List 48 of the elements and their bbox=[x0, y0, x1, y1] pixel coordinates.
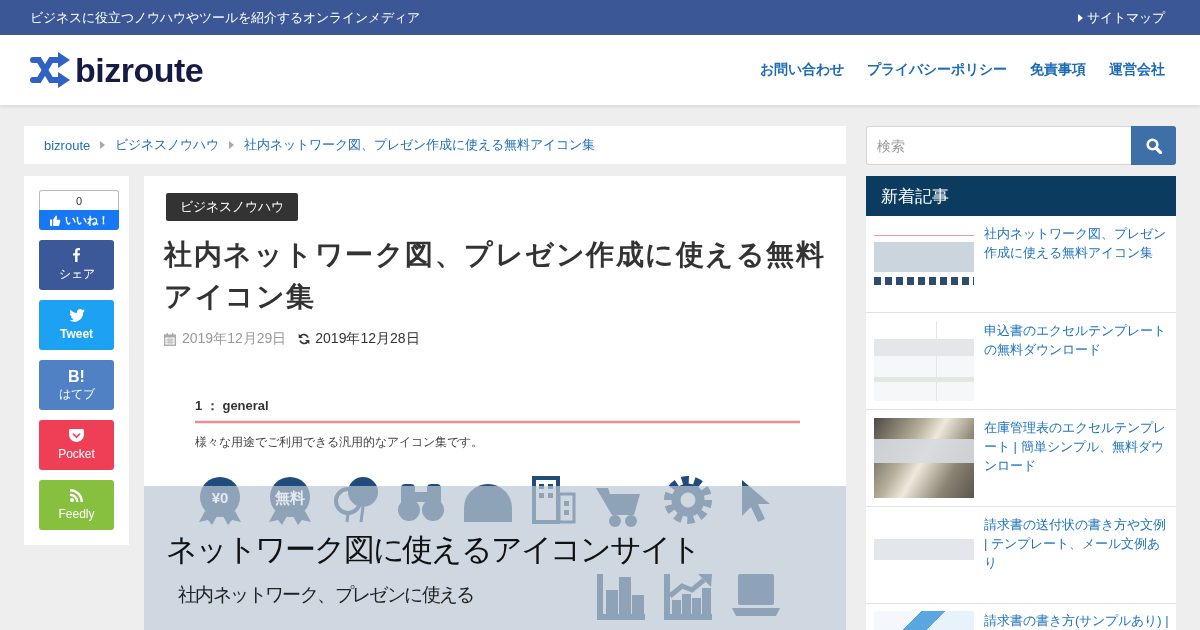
share-button[interactable]: Tweet bbox=[39, 300, 114, 350]
article-title: 社内ネットワーク図、プレゼン作成に使える無料アイコン集 bbox=[164, 238, 826, 314]
thumbnail-image[interactable] bbox=[874, 321, 974, 401]
medal-text: 無料 bbox=[275, 489, 305, 506]
crossing-arrows-icon bbox=[30, 52, 70, 88]
updated-date: 2019年12月28日 bbox=[315, 330, 420, 348]
medal-text: ¥0 bbox=[211, 489, 229, 506]
widget-heading: 新着記事 bbox=[866, 176, 1176, 216]
nav-link[interactable]: プライバシーポリシー bbox=[867, 61, 1007, 79]
site-logo[interactable]: bizroute bbox=[30, 52, 204, 88]
caret-icon bbox=[229, 141, 235, 149]
shield-chevron-icon bbox=[69, 428, 84, 442]
post-link[interactable]: 在庫管理表のエクセルテンプレート | 簡単シンプル、無料ダウンロード bbox=[984, 418, 1170, 498]
share-button[interactable]: B! はてブ bbox=[39, 360, 114, 410]
calendar-icon bbox=[164, 332, 176, 346]
image-title: ネットワーク図に使えるアイコンサイト bbox=[166, 532, 700, 567]
caret-icon bbox=[100, 141, 106, 149]
breadcrumb-link[interactable]: ビジネスノウハウ bbox=[115, 136, 220, 154]
share-button[interactable]: シェア bbox=[39, 240, 114, 290]
image-subtitle: 社内ネットワーク、プレゼンに使える bbox=[178, 584, 474, 605]
search-icon bbox=[1145, 137, 1162, 154]
section-heading: 1 ： general bbox=[195, 398, 269, 413]
like-button[interactable]: いいね！ bbox=[39, 210, 119, 230]
breadcrumb-link[interactable]: bizroute bbox=[44, 137, 91, 153]
refresh-icon bbox=[298, 333, 311, 345]
post-link[interactable]: 申込書のエクセルテンプレートの無料ダウンロード bbox=[984, 321, 1170, 401]
nav-link[interactable]: お問い合わせ bbox=[760, 61, 844, 79]
post-link[interactable]: 請求書の書き方(サンプルあり) | bbox=[984, 611, 1170, 630]
nav-link[interactable]: 運営会社 bbox=[1109, 61, 1165, 79]
f-logo-icon bbox=[73, 248, 80, 262]
post-link[interactable]: 社内ネットワーク図、プレゼン作成に使える無料アイコン集 bbox=[984, 224, 1170, 304]
rss-icon bbox=[70, 488, 83, 502]
published-date: 2019年12月29日 bbox=[182, 330, 287, 348]
caret-icon bbox=[1078, 13, 1083, 22]
post-link[interactable]: 請求書の送付状の書き方や文例 | テンプレート、メール文例あり bbox=[984, 515, 1170, 595]
category-link[interactable]: ビジネスノウハウ bbox=[166, 193, 298, 221]
sitemap-link[interactable]: サイトマップ bbox=[1078, 8, 1165, 27]
section-caption: 様々な用途でご利用できる汎用的なアイコン集です。 bbox=[195, 435, 483, 449]
breadcrumb-link[interactable]: 社内ネットワーク図、プレゼン作成に使える無料アイコン集 bbox=[244, 136, 596, 154]
nav-link[interactable]: 免責事項 bbox=[1030, 61, 1086, 79]
search-button[interactable] bbox=[1131, 126, 1176, 165]
thumbnail-image[interactable] bbox=[874, 611, 974, 630]
bird-icon bbox=[68, 308, 85, 322]
site-tagline: ビジネスに役立つノウハウやツールを紹介するオンラインメディア bbox=[30, 8, 420, 27]
thumbs-up-icon bbox=[49, 214, 61, 226]
photo-placeholder[interactable] bbox=[874, 418, 974, 498]
search-field[interactable]: 検索 bbox=[866, 126, 1131, 165]
share-button[interactable]: Pocket bbox=[39, 420, 114, 470]
